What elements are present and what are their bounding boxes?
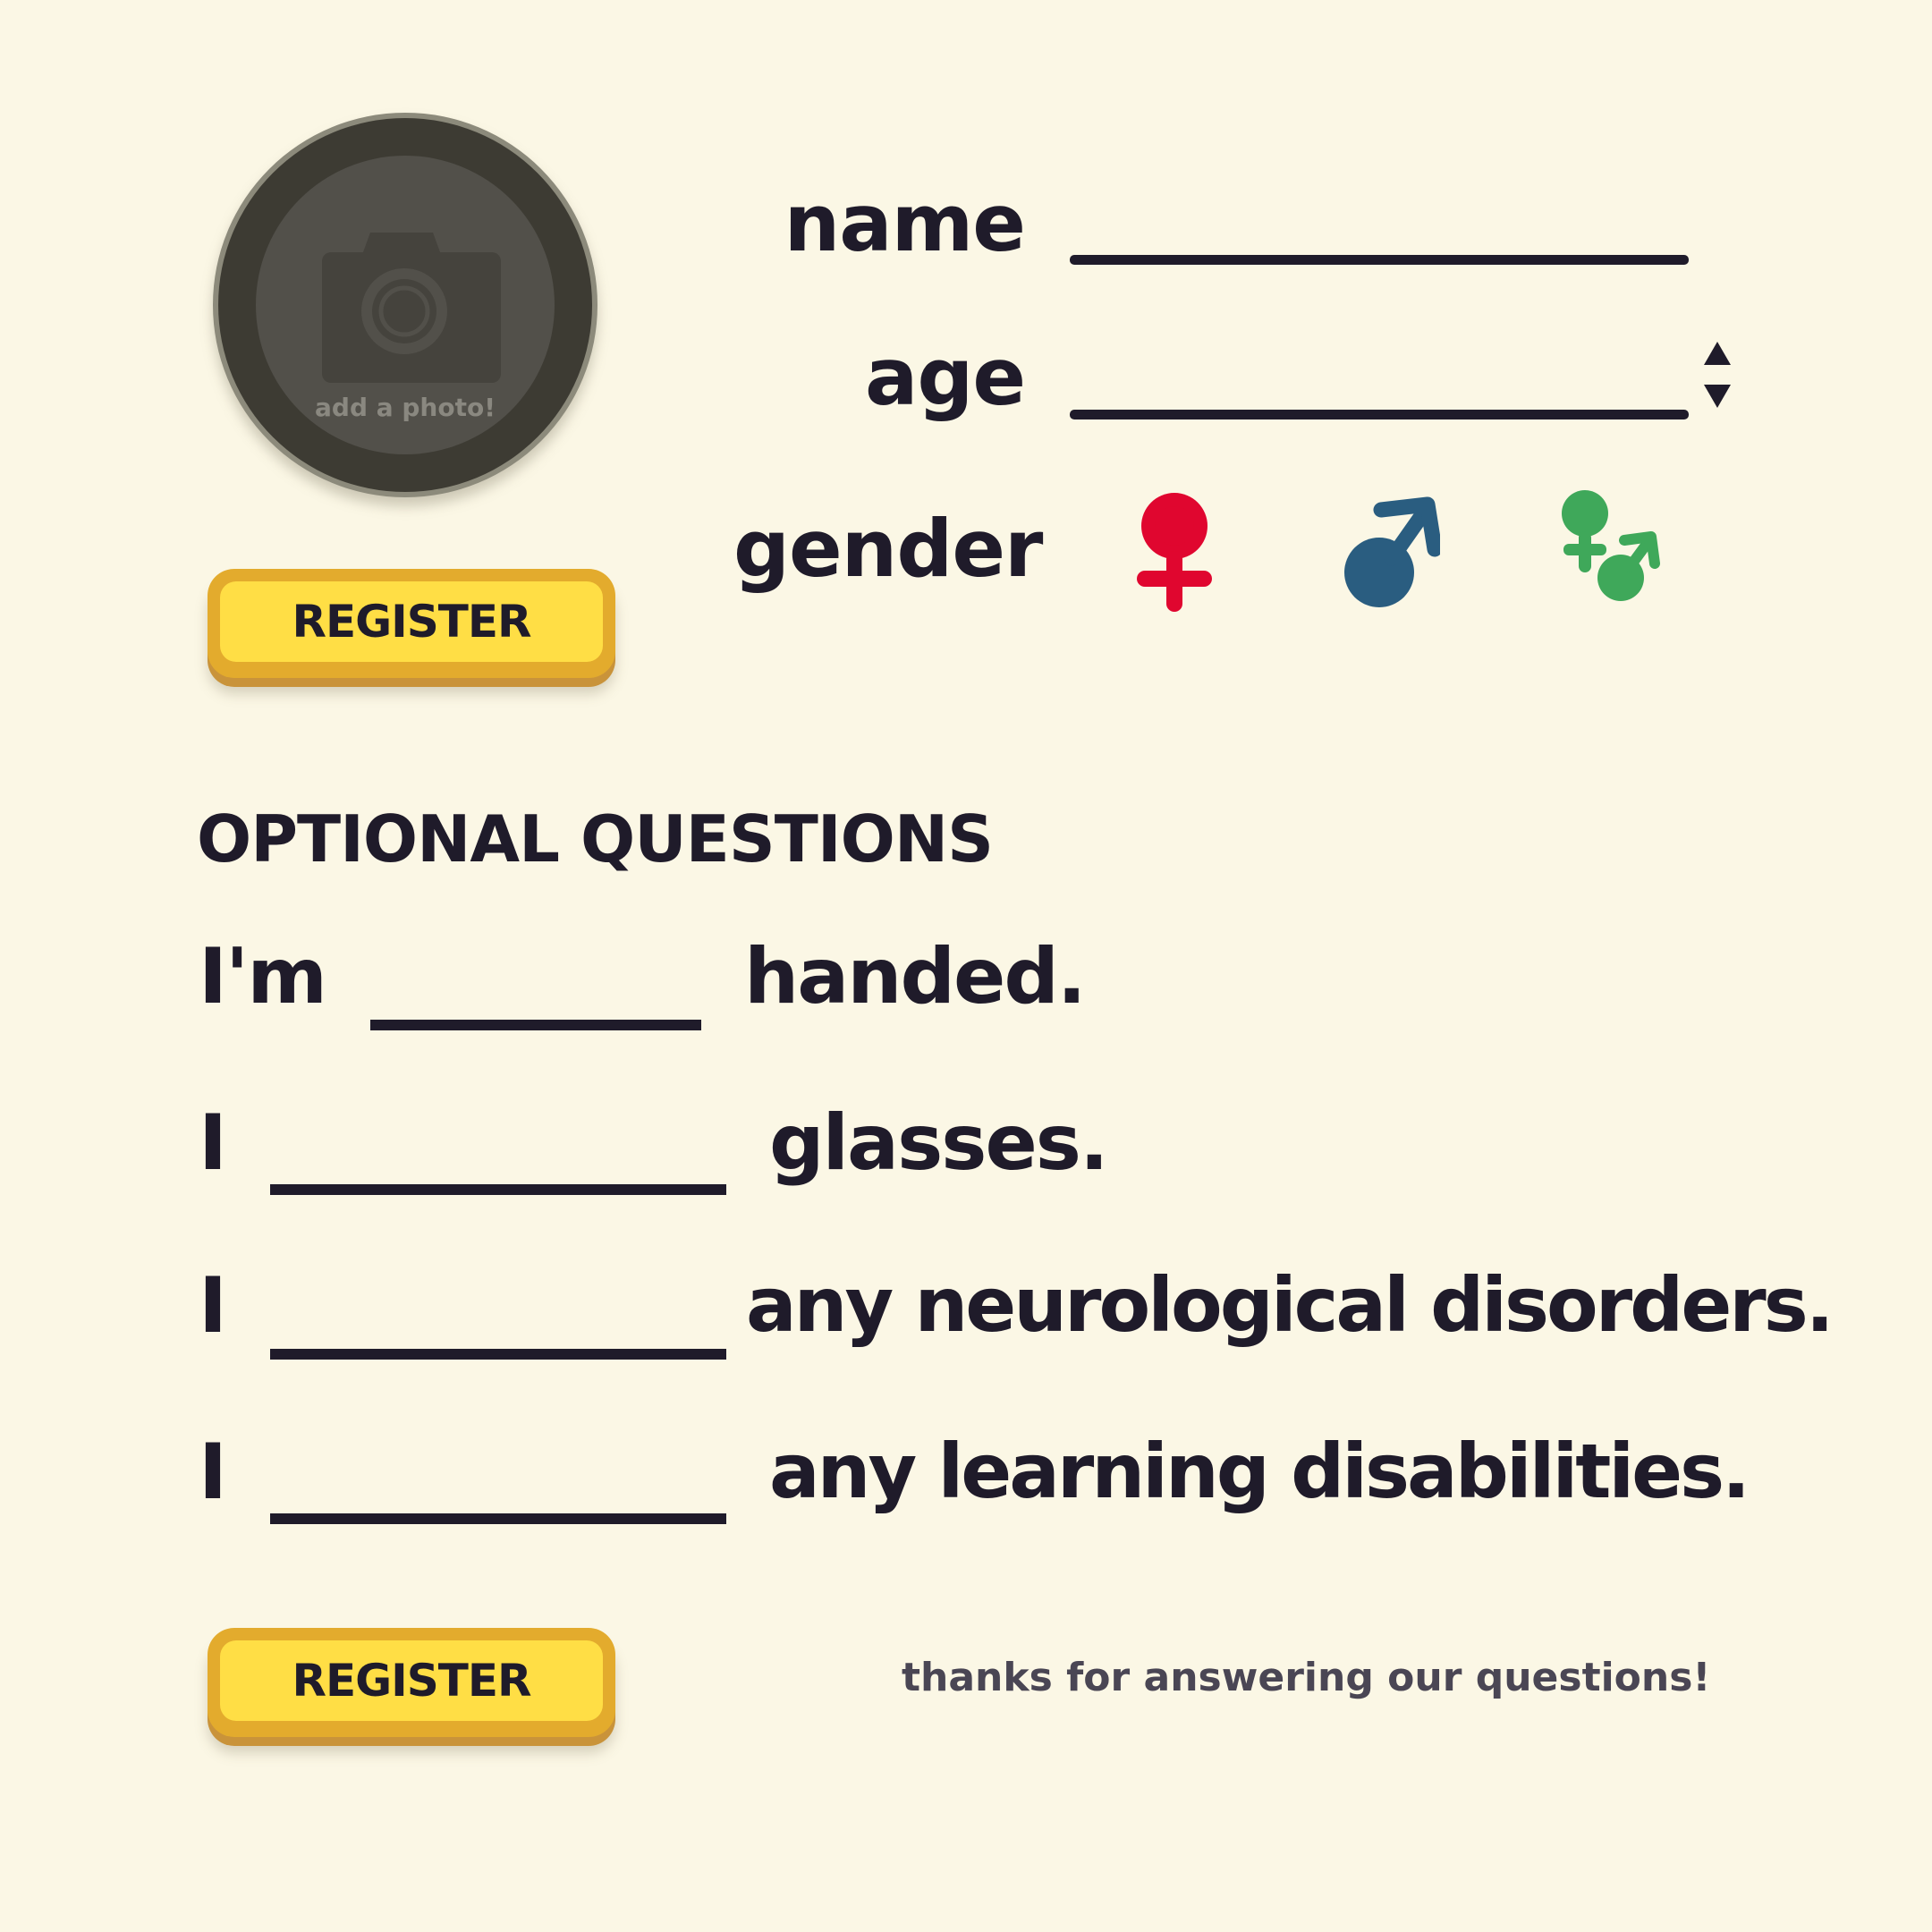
optional-questions-title: OPTIONAL QUESTIONS (197, 801, 994, 877)
intersex-symbol-icon[interactable] (1556, 488, 1664, 605)
register-button-top[interactable]: REGISTER (208, 569, 615, 678)
question-4-answer-input[interactable] (272, 1442, 723, 1521)
add-photo-label: add a photo! (315, 393, 496, 422)
question-1-answer-input[interactable] (372, 948, 701, 1027)
register-button-bottom-label: REGISTER (220, 1640, 603, 1721)
question-1-prefix: I'm (199, 932, 327, 1021)
question-1-underline (370, 1020, 701, 1030)
question-4-underline (270, 1513, 726, 1524)
question-2-prefix: I (199, 1098, 227, 1188)
question-2-suffix: glasses. (769, 1098, 1109, 1188)
question-4-prefix: I (199, 1428, 227, 1517)
question-2-answer-input[interactable] (272, 1113, 723, 1191)
thanks-message: thanks for answering our questions! (902, 1655, 1711, 1700)
age-input[interactable] (1072, 349, 1689, 413)
add-photo-button[interactable]: add a photo! (213, 113, 597, 497)
age-decrement-icon[interactable] (1704, 385, 1731, 408)
name-input[interactable] (1072, 195, 1689, 259)
question-4-suffix: any learning disabilities. (769, 1428, 1750, 1515)
question-3-prefix: I (199, 1261, 227, 1351)
question-1-suffix: handed. (744, 932, 1087, 1021)
question-3-answer-input[interactable] (272, 1277, 723, 1356)
camera-icon (322, 233, 501, 383)
age-label: age (864, 331, 1026, 423)
question-3-suffix: any neurological disorders. (746, 1261, 1835, 1349)
gender-label: gender (733, 503, 1043, 595)
age-underline (1070, 410, 1689, 419)
question-2-underline (270, 1184, 726, 1195)
male-symbol-icon[interactable] (1342, 494, 1440, 610)
register-button-bottom[interactable]: REGISTER (208, 1628, 615, 1737)
name-label: name (784, 177, 1026, 269)
register-button-top-label: REGISTER (220, 581, 603, 662)
name-underline (1070, 255, 1689, 265)
question-3-underline (270, 1349, 726, 1360)
age-increment-icon[interactable] (1704, 342, 1731, 365)
female-symbol-icon[interactable] (1134, 488, 1218, 614)
